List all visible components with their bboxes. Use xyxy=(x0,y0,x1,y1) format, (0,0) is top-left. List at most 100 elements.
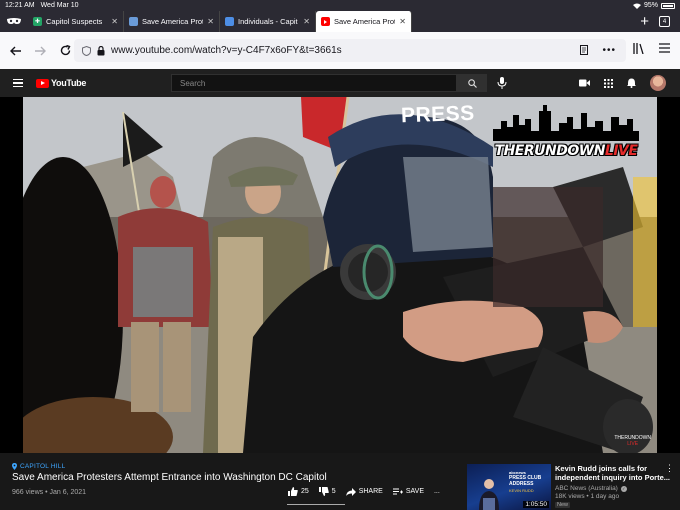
close-icon[interactable]: ✕ xyxy=(399,17,406,26)
video-details: CAPITOL HILL Save America Protesters Att… xyxy=(0,453,680,510)
recommended-title-line1: Kevin Rudd joins calls for xyxy=(555,464,648,473)
video-duration: 1:05:50 xyxy=(523,501,549,508)
corner-watermark: THERUNDOWN LIVE xyxy=(614,435,651,447)
recommended-channel[interactable]: ABC News (Australia) ✓ xyxy=(555,485,627,492)
thumb-headline-2: ADDRESS xyxy=(509,480,534,487)
new-tab-plus-icon[interactable]: + xyxy=(640,14,649,29)
reader-mode-icon[interactable] xyxy=(580,45,589,55)
tab-bar-actions: + 4 xyxy=(640,11,680,32)
therundown-watermark: THERUNDOWNLIVE xyxy=(493,105,639,159)
verified-check-icon: ✓ xyxy=(620,485,627,492)
battery-icon xyxy=(661,2,675,9)
location-link[interactable]: CAPITOL HILL xyxy=(12,463,65,470)
close-icon[interactable]: ✕ xyxy=(303,17,310,26)
corner-watermark-bottom: LIVE xyxy=(627,440,639,447)
thumbs-up-icon xyxy=(288,487,298,496)
search-input[interactable]: Search xyxy=(171,74,457,92)
playlist-add-icon xyxy=(392,488,403,494)
private-mask-icon[interactable] xyxy=(0,11,28,32)
wifi-icon xyxy=(632,3,641,9)
tab-capitol-suspects[interactable]: ✚ Capitol Suspects ✕ xyxy=(28,11,124,32)
search-button[interactable] xyxy=(457,74,487,92)
tab-title: Save America Prot xyxy=(334,17,396,26)
search-icon xyxy=(467,78,477,88)
avatar[interactable] xyxy=(650,75,666,91)
like-button[interactable]: 25 xyxy=(288,487,309,496)
tab-save-america-active[interactable]: Save America Prot ✕ xyxy=(316,11,412,32)
navigation-toolbar: www.youtube.com/watch?v=y-C4F7x6oFY&t=36… xyxy=(0,32,680,69)
dislike-count: 5 xyxy=(331,488,336,495)
save-label: SAVE xyxy=(405,488,424,495)
close-icon[interactable]: ✕ xyxy=(207,17,214,26)
youtube-header-actions xyxy=(579,75,666,91)
microphone-icon[interactable] xyxy=(497,77,507,89)
tab-count-button[interactable]: 4 xyxy=(659,16,670,27)
new-badge: New xyxy=(555,502,571,508)
video-frame[interactable]: PRESS THERUNDOWNLIVE THERUNDOWN LIVE xyxy=(23,97,657,453)
lock-icon[interactable] xyxy=(97,45,105,56)
tab-individuals-capitol[interactable]: Individuals - Capit ✕ xyxy=(220,11,316,32)
url-text: www.youtube.com/watch?v=y-C4F7x6oFY&t=36… xyxy=(111,45,342,56)
address-bar[interactable]: www.youtube.com/watch?v=y-C4F7x6oFY&t=36… xyxy=(74,39,626,62)
status-right: 95% xyxy=(632,2,675,9)
create-video-icon[interactable] xyxy=(579,79,590,87)
close-icon[interactable]: ✕ xyxy=(111,17,118,26)
menu-icon[interactable] xyxy=(659,43,670,53)
battery-percent: 95% xyxy=(643,2,658,9)
tab-title: Individuals - Capit xyxy=(238,17,298,26)
recommended-thumbnail[interactable]: abcnews PRESS CLUB ADDRESS KEVIN RUDD 1:… xyxy=(467,464,551,510)
recommended-video[interactable]: abcnews PRESS CLUB ADDRESS KEVIN RUDD 1:… xyxy=(467,461,677,510)
more-vertical-icon[interactable]: ⋮ xyxy=(665,463,674,474)
thumbs-down-icon xyxy=(318,487,329,496)
share-label: SHARE xyxy=(358,488,383,495)
green-sheet-icon: ✚ xyxy=(33,17,42,26)
status-bar: 12:21 AM Wed Mar 10 95% xyxy=(0,0,680,11)
tab-bar: ✚ Capitol Suspects ✕ Save America Prot ✕… xyxy=(0,11,680,32)
youtube-logo-text: YouTube xyxy=(51,78,87,88)
youtube-icon xyxy=(321,17,330,26)
page-actions-icon[interactable]: ••• xyxy=(602,45,616,56)
tab-title: Capitol Suspects xyxy=(46,17,103,26)
location-text: CAPITOL HILL xyxy=(20,463,66,470)
save-button[interactable]: SAVE xyxy=(392,488,424,496)
youtube-play-icon xyxy=(36,78,49,88)
url-actions: ••• xyxy=(580,45,626,56)
recommended-title[interactable]: Kevin Rudd joins calls for independent i… xyxy=(555,464,677,483)
watermark-text: THERUNDOWNLIVE xyxy=(493,143,639,159)
video-actions: 25 5 SHARE SAVE ... xyxy=(288,487,440,496)
recommended-title-line2: independent inquiry into Porte... xyxy=(555,473,671,483)
more-actions-label: ... xyxy=(433,488,440,495)
youtube-logo[interactable]: YouTube xyxy=(36,78,86,88)
doc-blue-icon xyxy=(225,17,234,26)
watermark-accent: LIVE xyxy=(604,143,638,159)
hamburger-menu-icon[interactable] xyxy=(0,78,36,88)
location-pin-icon xyxy=(12,463,17,470)
toolbar-right xyxy=(633,43,670,54)
youtube-header: YouTube Search xyxy=(0,69,680,97)
tab-save-america-1[interactable]: Save America Prot ✕ xyxy=(124,11,220,32)
video-player[interactable]: PRESS THERUNDOWNLIVE THERUNDOWN LIVE xyxy=(0,97,680,453)
like-count: 25 xyxy=(301,488,309,495)
dislike-button[interactable]: 5 xyxy=(318,487,336,496)
more-actions-button[interactable]: ... xyxy=(434,488,440,495)
like-ratio-bar xyxy=(287,504,345,505)
video-meta: 966 views • Jan 6, 2021 xyxy=(12,489,87,496)
library-icon[interactable] xyxy=(633,43,645,54)
watermark-main: THERUNDOWN xyxy=(494,143,606,159)
share-arrow-icon xyxy=(345,487,356,496)
share-button[interactable]: SHARE xyxy=(345,487,383,496)
notifications-bell-icon[interactable] xyxy=(627,78,636,88)
video-title: Save America Protesters Attempt Entrance… xyxy=(12,472,327,483)
apps-grid-icon[interactable] xyxy=(604,78,613,88)
status-date: Wed Mar 10 xyxy=(40,2,79,9)
recommended-meta: 18K views • 1 day ago xyxy=(555,493,620,500)
press-helmet-text: PRESS xyxy=(400,101,476,128)
forward-arrow-icon[interactable] xyxy=(28,46,53,56)
youtube-tv-icon xyxy=(129,17,138,26)
shield-icon[interactable] xyxy=(82,45,91,56)
thumb-headline: PRESS CLUB ADDRESS xyxy=(509,475,541,487)
back-arrow-icon[interactable] xyxy=(3,46,28,56)
thumb-subtitle: KEVIN RUDD xyxy=(509,488,534,493)
city-skyline-icon xyxy=(493,105,639,141)
tab-title: Save America Prot xyxy=(142,17,204,26)
